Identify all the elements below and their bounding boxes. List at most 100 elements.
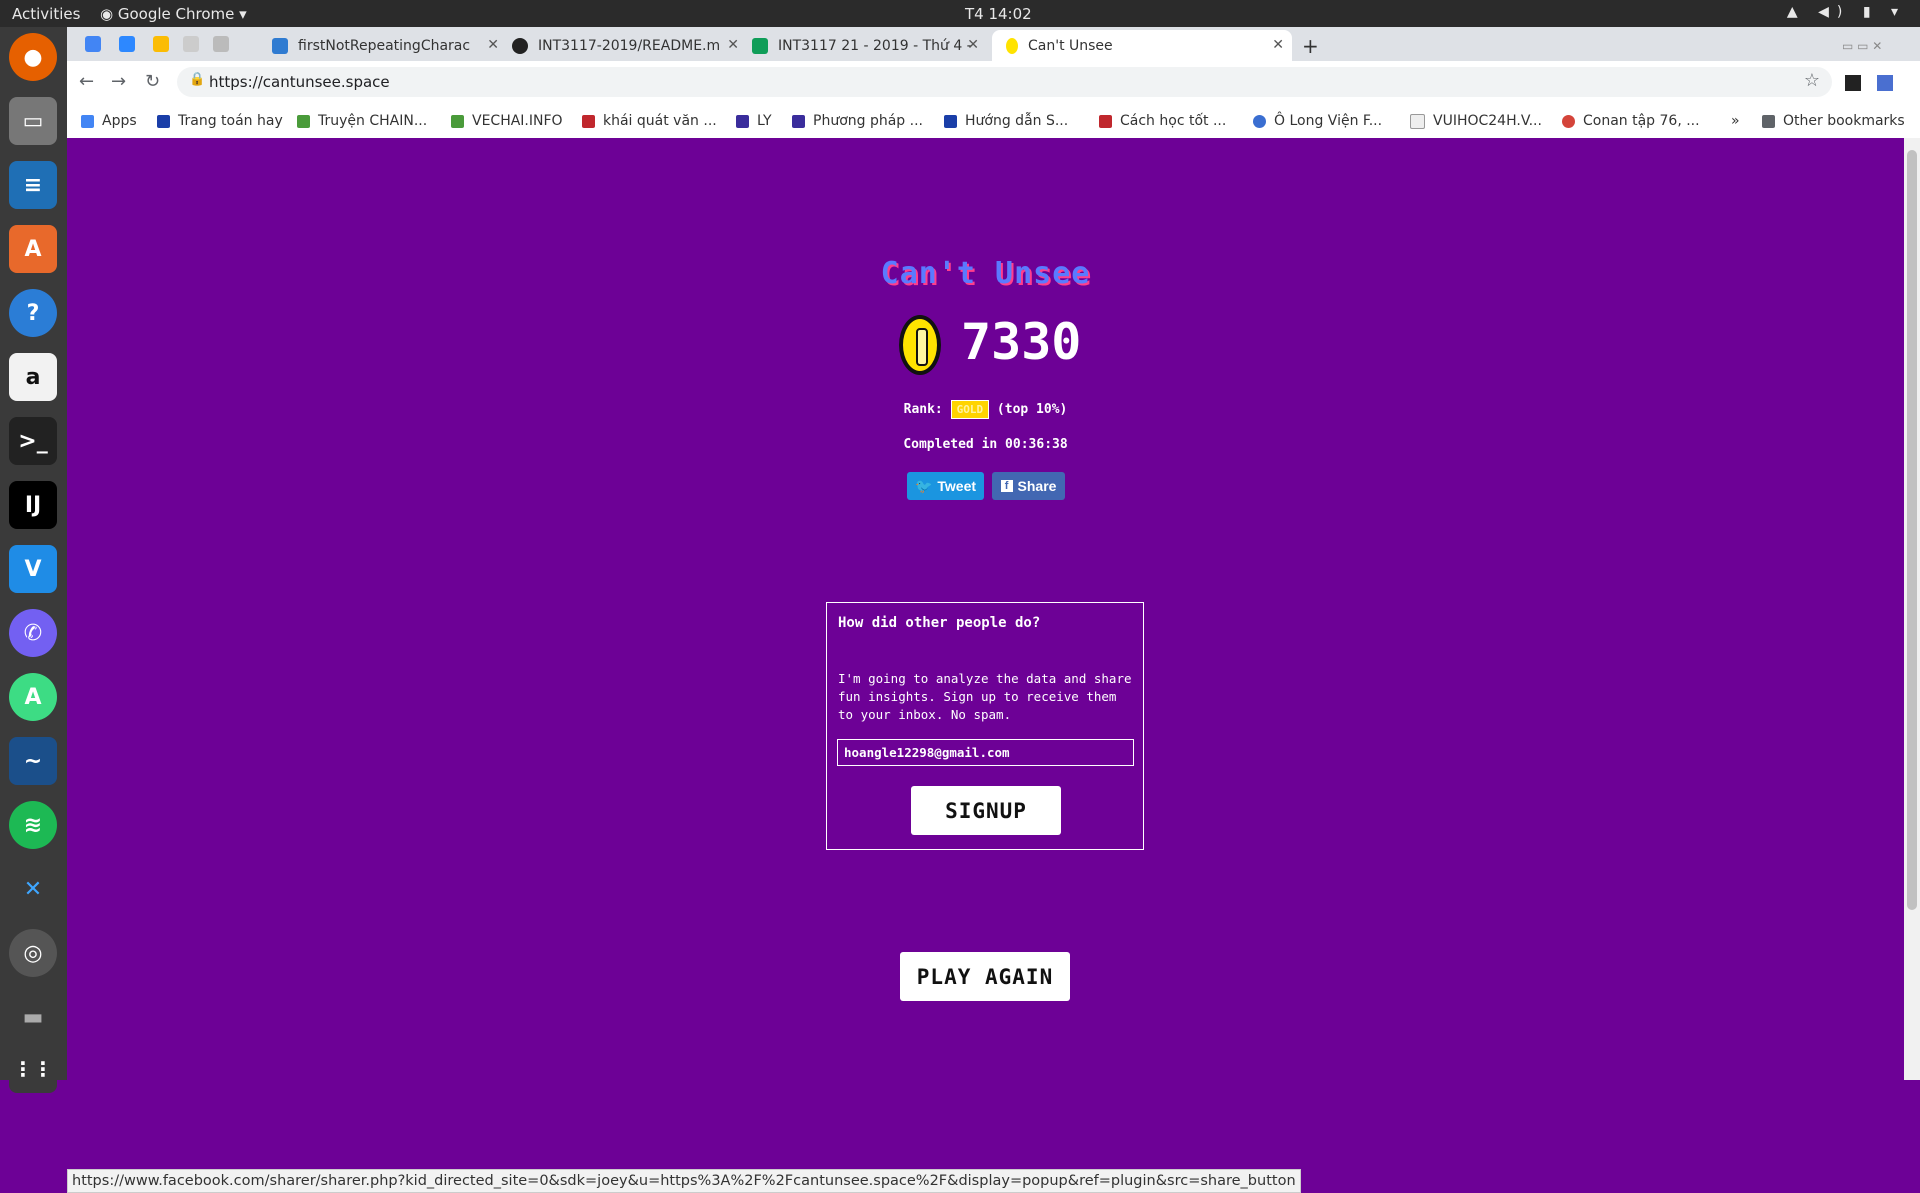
back-icon[interactable]: ← (79, 71, 94, 92)
amazon-icon[interactable]: a (9, 353, 57, 401)
bookmark-label: Cách học tốt ... (1120, 113, 1227, 129)
help-icon[interactable]: ? (9, 289, 57, 337)
chrome-dock-icon[interactable]: ◎ (9, 929, 57, 977)
bookmark-item[interactable]: LY (736, 113, 772, 129)
tab-cant-unsee[interactable]: Can't Unsee ✕ (992, 30, 1292, 61)
terminal-icon[interactable]: >_ (9, 417, 57, 465)
bookmark-item[interactable]: Hướng dẫn S... (944, 113, 1068, 129)
scrollbar[interactable] (1904, 138, 1920, 1080)
bookmark-label: Trang toán hay (178, 113, 283, 129)
bookmark-item[interactable]: Truyện CHAIN... (297, 113, 427, 129)
score-display: 7330 (899, 313, 1099, 385)
rank-badge: GOLD (950, 400, 990, 419)
pinned-tab-icon-2[interactable] (213, 36, 229, 52)
folder-icon (1762, 114, 1775, 128)
translate-icon[interactable] (1877, 75, 1893, 91)
star-icon[interactable]: ☆ (1804, 70, 1820, 91)
browser-window: firstNotRepeatingCharac ✕ INT3117-2019/R… (67, 27, 1920, 1193)
bookmark-label: Phương pháp ... (813, 113, 923, 129)
writer-icon[interactable]: ≡ (9, 161, 57, 209)
sheets-icon (752, 37, 768, 54)
new-tab-button[interactable]: + (1302, 30, 1330, 61)
bookmark-label: khái quát văn ... (603, 113, 717, 129)
extension-icon[interactable] (1845, 75, 1861, 91)
tab-strip: firstNotRepeatingCharac ✕ INT3117-2019/R… (67, 27, 1920, 61)
apps-icon (81, 114, 94, 128)
window-controls[interactable]: ▭ ▭ ✕ (1842, 30, 1917, 61)
signup-button[interactable]: SIGNUP (911, 786, 1061, 835)
forward-icon[interactable]: → (111, 71, 126, 92)
clock[interactable]: T4 14:02 (965, 5, 1032, 23)
vscode-icon[interactable]: ✕ (9, 865, 57, 913)
rank-label: Rank: (903, 402, 943, 417)
spotify-icon[interactable]: ≋ (9, 801, 57, 849)
bookmark-label: Hướng dẫn S... (965, 113, 1069, 129)
reload-icon[interactable]: ↻ (145, 71, 160, 92)
rank-line: Rank: GOLD (top 10%) (67, 400, 1904, 419)
facebook-icon: f (1000, 480, 1013, 492)
bookmark-label: Conan tập 76, ... (1583, 113, 1700, 129)
play-again-button[interactable]: PLAY AGAIN (900, 952, 1070, 1001)
system-tray[interactable]: ▲ ◀) ▮ ▾ (1787, 4, 1906, 20)
viber-icon[interactable]: ✆ (9, 609, 57, 657)
bookmark-item[interactable]: VECHAI.INFO (451, 113, 563, 129)
tab-first-not-repeating[interactable]: firstNotRepeatingCharac ✕ (272, 30, 507, 61)
close-icon[interactable]: ✕ (487, 37, 499, 53)
firefox-icon[interactable]: ● (9, 33, 57, 81)
coin-icon (1006, 37, 1018, 54)
completion-time: Completed in 00:36:38 (903, 437, 1068, 452)
pinned-tab-icon[interactable] (119, 36, 135, 52)
vs-code-icon[interactable]: V (9, 545, 57, 593)
twitter-icon: 🐦 (914, 477, 933, 494)
dock: ● ▭ ≡ A ? a >_ IJ V ✆ A ~ ≋ ✕ ◎ ▬ ⋮⋮ (0, 27, 67, 1093)
other-bookmarks[interactable]: Other bookmarks (1762, 113, 1905, 129)
app-menu[interactable]: ◉ Google Chrome ▾ (100, 5, 247, 23)
show-apps-icon[interactable]: ⋮⋮ (9, 1045, 57, 1093)
docs-pinned-icon[interactable] (85, 36, 101, 52)
bookmark-item[interactable]: Cách học tốt ... (1099, 113, 1226, 129)
bookmark-label: Other bookmarks (1783, 113, 1905, 129)
files-icon[interactable]: ▭ (9, 97, 57, 145)
bookmark-item[interactable]: khái quát văn ... (582, 113, 717, 129)
bookmark-item[interactable]: Conan tập 76, ... (1562, 113, 1700, 129)
github-icon (512, 37, 528, 54)
close-icon[interactable]: ✕ (1272, 37, 1284, 53)
scrollbar-thumb[interactable] (1907, 150, 1917, 910)
mysql-workbench-icon[interactable]: ~ (9, 737, 57, 785)
tab-title: INT3117-2019/README.m (538, 37, 721, 54)
software-center-icon[interactable]: A (9, 225, 57, 273)
app-name: Google Chrome (117, 5, 235, 23)
activities-button[interactable]: Activities (12, 5, 80, 23)
close-icon[interactable]: ✕ (967, 37, 979, 53)
intellij-icon[interactable]: IJ (9, 481, 57, 529)
rank-note: (top 10%) (996, 402, 1068, 417)
bookmark-item[interactable]: VUIHOC24H.V... (1410, 113, 1542, 129)
trash-icon[interactable]: ▬ (9, 993, 57, 1041)
bookmark-item[interactable]: Ô Long Viện F... (1253, 113, 1382, 129)
address-bar[interactable]: 🔒 https://cantunsee.space ☆ (177, 67, 1832, 97)
tab-readme[interactable]: INT3117-2019/README.m ✕ (512, 30, 747, 61)
android-studio-icon[interactable]: A (9, 673, 57, 721)
blank-pinned-icon[interactable] (183, 36, 199, 52)
close-icon[interactable]: ✕ (727, 37, 739, 53)
system-top-bar: Activities ◉ Google Chrome ▾ T4 14:02 ▲ … (0, 0, 1920, 27)
bookmarks-more-button[interactable]: » (1731, 113, 1740, 129)
bookmark-apps[interactable]: Apps (81, 113, 137, 129)
tweet-label: Tweet (937, 478, 977, 494)
bookmark-label: Apps (102, 113, 137, 129)
email-field[interactable]: hoangle12298@gmail.com (837, 739, 1134, 766)
tab-int3117-sheet[interactable]: INT3117 21 - 2019 - Thứ 4 - ✕ (752, 30, 987, 61)
share-button[interactable]: f Share (992, 472, 1065, 500)
bookmark-item[interactable]: Phương pháp ... (792, 113, 923, 129)
chrome-icon: ◉ (100, 5, 118, 23)
tweet-button[interactable]: 🐦 Tweet (907, 472, 984, 500)
bookmark-label: LY (757, 113, 772, 129)
coin-icon (899, 315, 941, 375)
bookmark-label: Truyện CHAIN... (318, 113, 428, 129)
bookmark-item[interactable]: Trang toán hay (157, 113, 283, 129)
score-value: 7330 (961, 313, 1082, 371)
y-icon (272, 37, 288, 54)
game-title: Can't Unsee (880, 256, 1091, 291)
bookmark-label: VECHAI.INFO (472, 113, 563, 129)
drive-pinned-icon[interactable] (153, 36, 169, 52)
